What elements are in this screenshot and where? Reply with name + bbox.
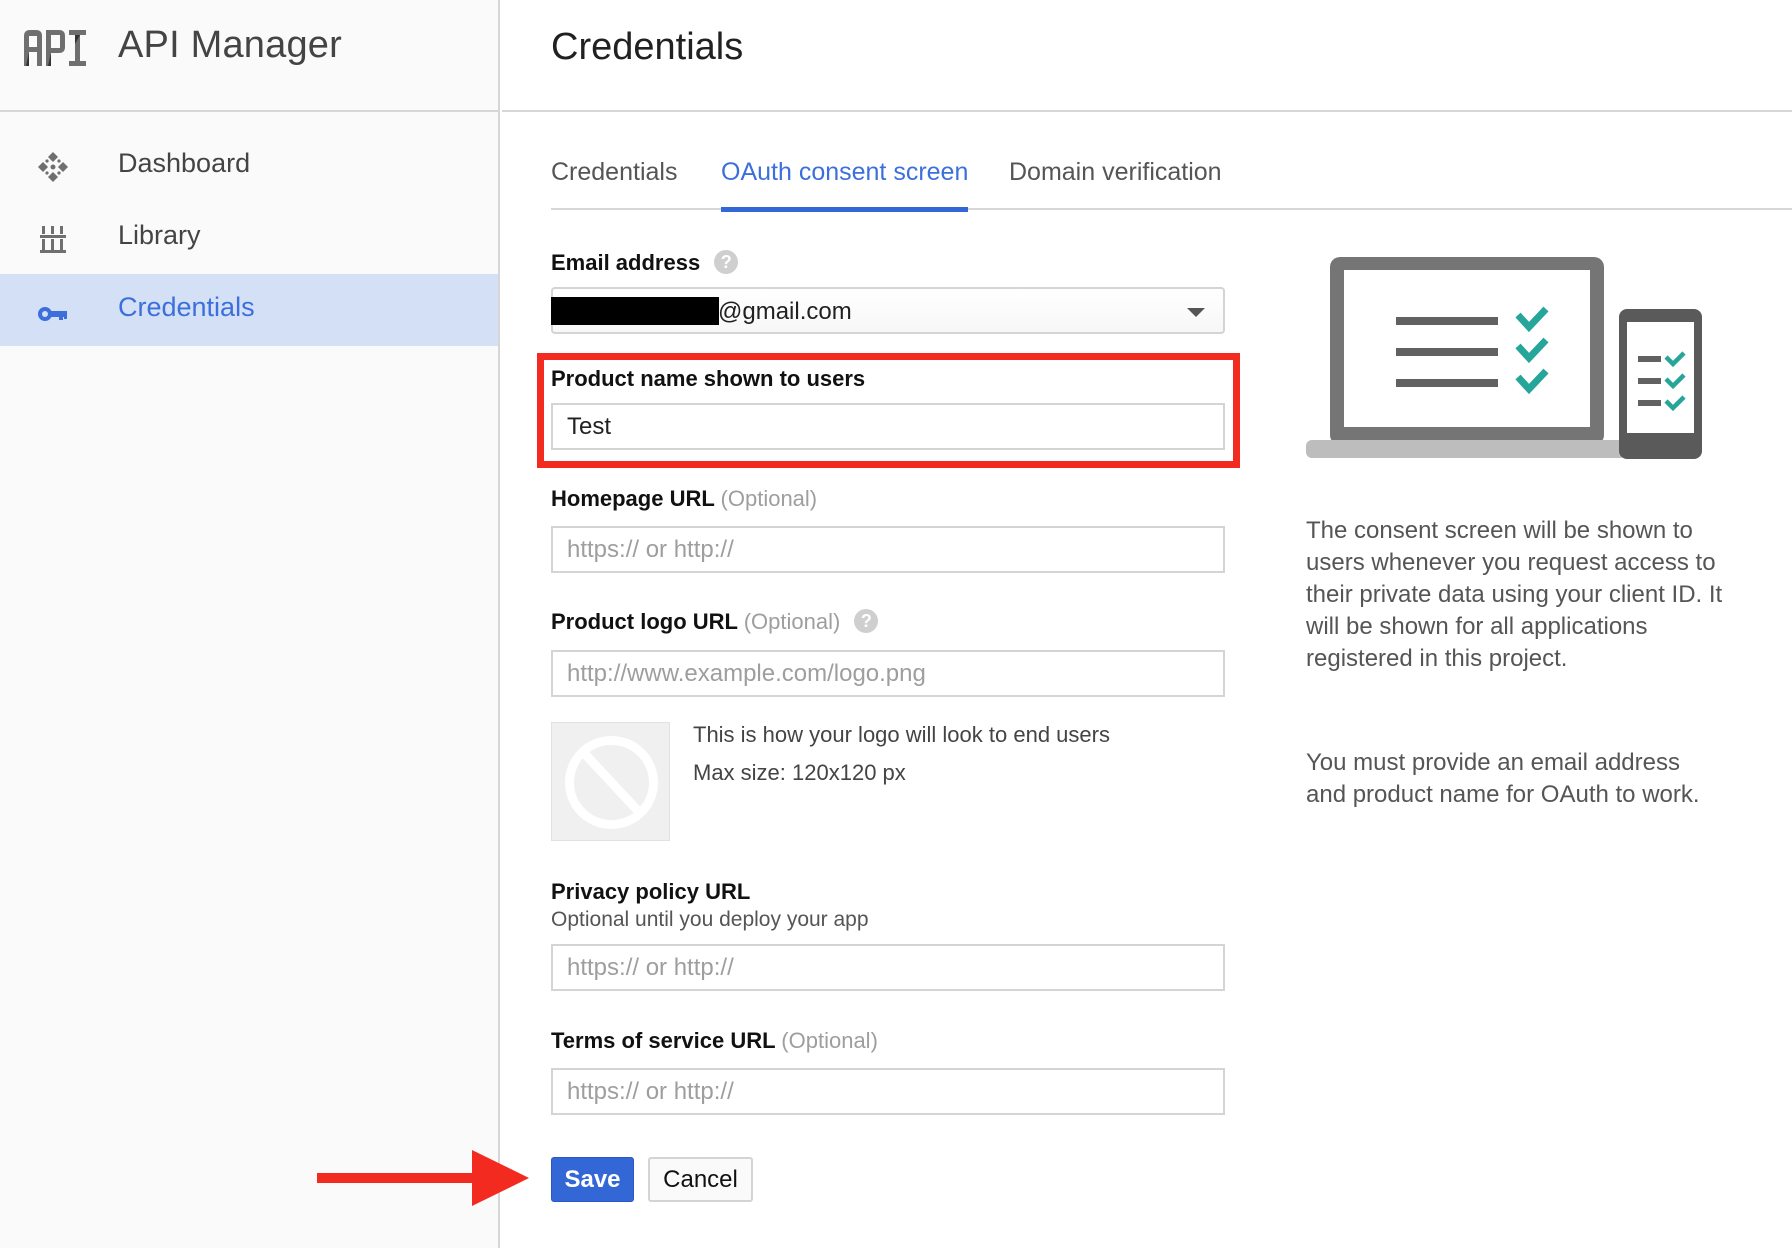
homepage-url-input[interactable] (551, 526, 1225, 573)
product-name-input[interactable] (551, 403, 1225, 450)
consent-screen-description: The consent screen will be shown to user… (1306, 517, 1723, 672)
email-value: @gmail.com (718, 298, 852, 325)
product-logo-url-label: Product logo URL (Optional)? (551, 609, 879, 635)
sidebar-item-credentials[interactable]: Credentials (0, 274, 498, 346)
arrow-annotation-icon (317, 1150, 529, 1206)
main-header: Credentials (502, 0, 1792, 112)
optional-tag: (Optional) (743, 609, 841, 634)
sidebar-item-label: Dashboard (118, 148, 251, 178)
redaction-bar (551, 297, 719, 325)
homepage-url-label: Homepage URL (Optional) (551, 486, 817, 512)
terms-of-service-url-label-text: Terms of service URL (551, 1028, 776, 1053)
app-title: API Manager (118, 24, 342, 66)
logo-preview-caption: This is how your logo will look to end u… (693, 722, 1110, 747)
sidebar-item-label: Credentials (118, 292, 255, 322)
dashboard-icon (38, 152, 68, 182)
tab-oauth-consent-screen[interactable]: OAuth consent screen (721, 158, 969, 212)
logo-preview (551, 722, 670, 841)
product-logo-url-label-text: Product logo URL (551, 609, 738, 634)
terms-of-service-url-input[interactable] (551, 1068, 1225, 1115)
help-icon[interactable]: ? (854, 609, 879, 634)
oauth-requirement-note: You must provide an email address and pr… (1306, 749, 1700, 808)
privacy-policy-sublabel: Optional until you deploy your app (551, 908, 869, 931)
sidebar-nav: Dashboard Library Credentials (0, 130, 498, 346)
tab-credentials[interactable]: Credentials (551, 158, 677, 210)
logo-max-size: Max size: 120x120 px (693, 760, 906, 785)
no-image-icon (565, 736, 658, 829)
library-icon (40, 226, 66, 253)
sidebar-header: API Manager (0, 0, 498, 112)
tab-bar: Credentials OAuth consent screen Domain … (551, 158, 1792, 212)
cancel-button[interactable]: Cancel (648, 1157, 753, 1202)
optional-tag: (Optional) (781, 1028, 878, 1053)
tab-domain-verification[interactable]: Domain verification (1009, 158, 1222, 210)
optional-tag: (Optional) (720, 486, 818, 511)
privacy-policy-url-label: Privacy policy URL (551, 879, 751, 904)
save-button[interactable]: Save (551, 1157, 634, 1202)
page-title: Credentials (551, 26, 744, 68)
product-logo-url-input[interactable] (551, 650, 1225, 697)
key-icon (38, 307, 67, 321)
privacy-policy-url-input[interactable] (551, 944, 1225, 991)
sidebar-item-library[interactable]: Library (0, 202, 498, 274)
consent-screen-illustration (1306, 257, 1702, 459)
product-name-label: Product name shown to users (551, 366, 866, 391)
chevron-down-icon (1187, 308, 1205, 317)
email-label-text: Email address (551, 250, 701, 275)
homepage-url-label-text: Homepage URL (551, 486, 715, 511)
email-label: Email address? (551, 250, 739, 276)
sidebar: API Manager Dashboard Library Credential… (0, 0, 500, 1248)
sidebar-item-label: Library (118, 220, 201, 250)
sidebar-item-dashboard[interactable]: Dashboard (0, 130, 498, 202)
email-select[interactable]: @gmail.com (551, 287, 1225, 334)
help-icon[interactable]: ? (714, 250, 739, 275)
terms-of-service-url-label: Terms of service URL (Optional) (551, 1028, 878, 1054)
api-logo-icon (24, 30, 86, 66)
